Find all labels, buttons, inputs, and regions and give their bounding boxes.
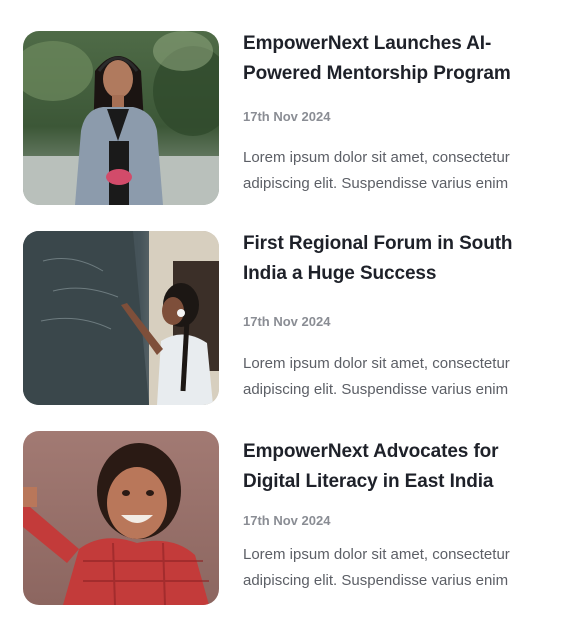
news-excerpt: Lorem ipsum dolor sit amet, consectetur … xyxy=(243,355,510,398)
news-date: 17th Nov 2024 xyxy=(243,513,331,528)
young-woman-with-headphones-photo xyxy=(23,31,219,205)
news-thumbnail[interactable] xyxy=(23,31,219,205)
news-title[interactable]: EmpowerNext Advocates for Digital Litera… xyxy=(243,437,543,497)
news-card[interactable]: EmpowerNext Launches AI-Powered Mentorsh… xyxy=(23,31,543,205)
news-card[interactable]: EmpowerNext Advocates for Digital Litera… xyxy=(23,431,543,605)
news-excerpt: Lorem ipsum dolor sit amet, consectetur … xyxy=(243,149,510,192)
news-thumbnail[interactable] xyxy=(23,231,219,405)
news-title[interactable]: EmpowerNext Launches AI-Powered Mentorsh… xyxy=(243,29,543,89)
news-title[interactable]: First Regional Forum in South India a Hu… xyxy=(243,229,543,289)
news-card[interactable]: First Regional Forum in South India a Hu… xyxy=(23,231,543,405)
news-excerpt: Lorem ipsum dolor sit amet, consectetur … xyxy=(243,546,510,589)
girl-writing-on-chalkboard-photo xyxy=(23,231,219,405)
news-date: 17th Nov 2024 xyxy=(243,109,331,124)
news-thumbnail[interactable] xyxy=(23,431,219,605)
news-date: 17th Nov 2024 xyxy=(243,314,331,329)
smiling-child-photo xyxy=(23,431,219,605)
